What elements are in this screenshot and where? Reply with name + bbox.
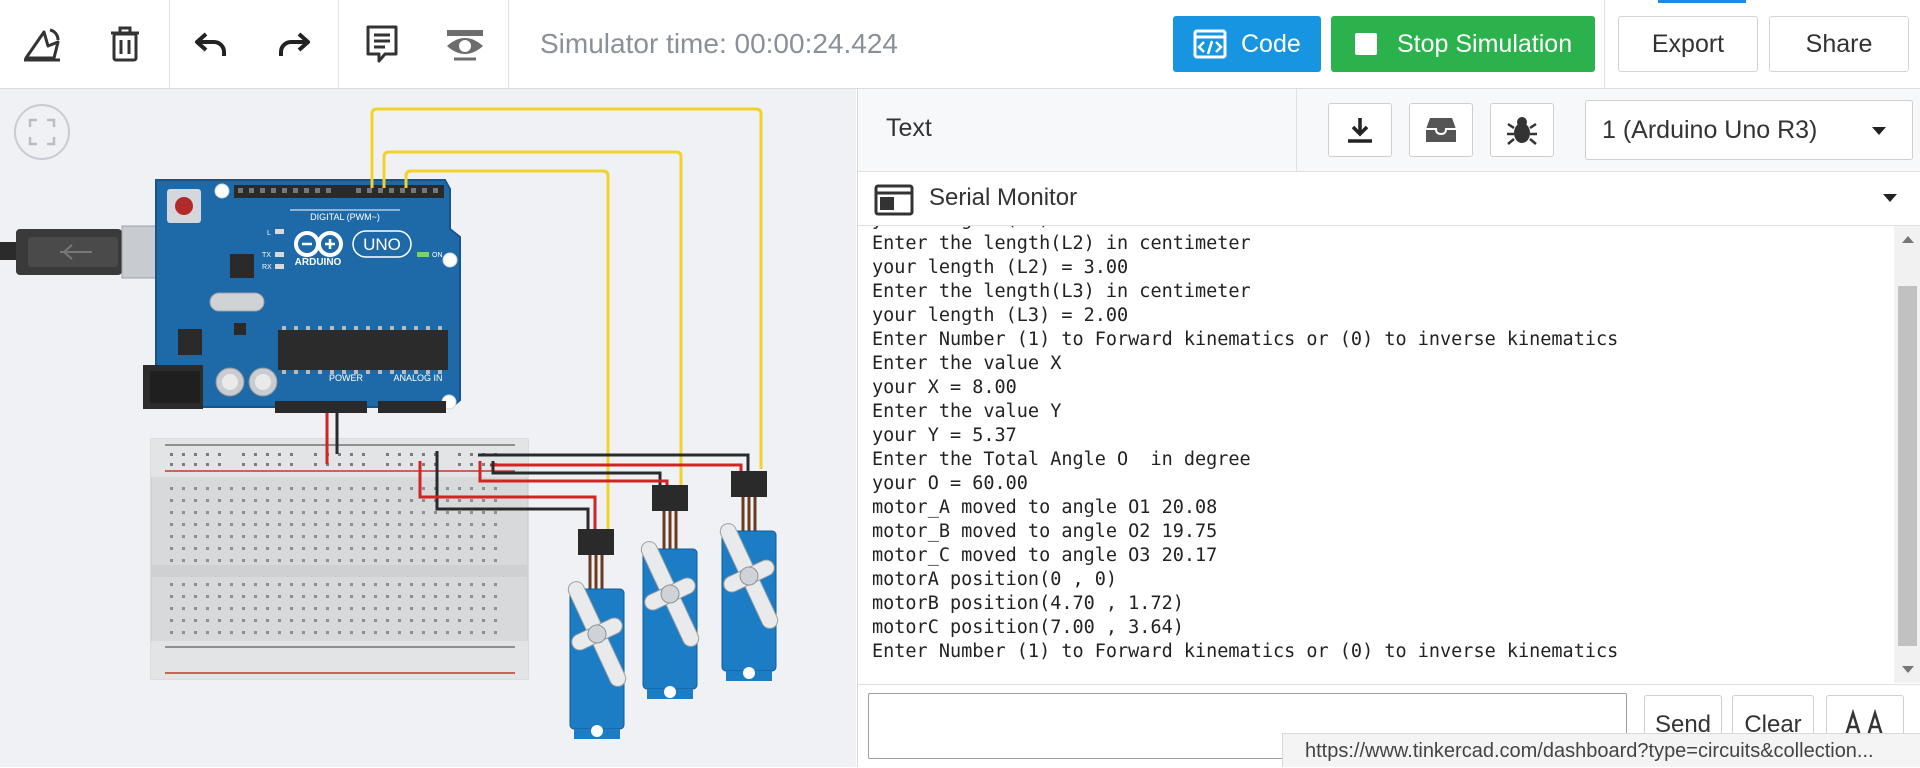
serial-output-line: motorB position(4.70 , 1.72) — [872, 593, 1184, 614]
code-panel: Text 1 (Arduino Uno R3) Serial Monitor E… — [857, 89, 1920, 768]
code-panel-header: Text 1 (Arduino Uno R3) — [858, 89, 1920, 172]
breadboard[interactable] — [150, 438, 529, 680]
redo-button[interactable] — [266, 16, 322, 72]
delete-button[interactable] — [97, 16, 153, 72]
serial-output-lines: your length (L1) = 5.00Enter the length(… — [872, 226, 1618, 664]
code-button-label: Code — [1241, 29, 1301, 58]
l-led-label: L — [267, 230, 271, 237]
toolbar-divider — [1604, 0, 1605, 88]
serial-output-line: your length (L2) = 3.00 — [872, 257, 1129, 278]
serial-monitor-title: Serial Monitor — [929, 184, 1078, 211]
eye-icon — [447, 30, 483, 61]
servo-motor-3[interactable] — [700, 471, 797, 681]
serial-output-line: motor_C moved to angle O3 20.17 — [872, 545, 1218, 566]
power-pins-label: POWER — [329, 373, 364, 383]
export-button[interactable]: Export — [1618, 16, 1758, 72]
board-selector-value: 1 (Arduino Uno R3) — [1602, 115, 1818, 144]
serial-output[interactable]: your length (L1) = 5.00Enter the length(… — [858, 226, 1894, 683]
redo-icon — [279, 32, 310, 56]
board-selector[interactable]: 1 (Arduino Uno R3) — [1585, 100, 1913, 160]
scroll-up-icon[interactable] — [1902, 236, 1914, 243]
servo-motor-1[interactable] — [548, 529, 645, 739]
library-icon — [1426, 118, 1456, 142]
chevron-down-icon — [1872, 127, 1886, 135]
trash-icon — [111, 26, 139, 62]
serial-output-line: Enter the length(L3) in centimeter — [872, 281, 1251, 302]
undo-button[interactable] — [183, 16, 239, 72]
serial-output-line: motorA position(0 , 0) — [872, 569, 1118, 590]
arduino-brand-text: ARDUINO — [295, 257, 342, 268]
serial-output-line: Enter Number (1) to Forward kinematics o… — [872, 641, 1619, 662]
share-button[interactable]: Share — [1769, 16, 1909, 72]
stop-icon — [1355, 33, 1377, 55]
serial-monitor-header[interactable]: Serial Monitor — [858, 172, 1920, 226]
tx-led-label: TX — [262, 252, 271, 259]
status-bar-url: https://www.tinkercad.com/dashboard?type… — [1282, 733, 1920, 767]
active-tab-indicator — [1658, 0, 1746, 3]
code-button[interactable]: Code — [1173, 16, 1321, 72]
uno-model-text: UNO — [363, 235, 401, 254]
serial-output-line: your X = 8.00 — [872, 377, 1017, 398]
toolbar-divider — [508, 0, 509, 88]
serial-output-line: motorC position(7.00 , 3.64) — [872, 617, 1184, 638]
servo-motor-2[interactable] — [621, 485, 718, 699]
serial-output-line: motor_A moved to angle O1 20.08 — [872, 497, 1218, 518]
debugger-button[interactable] — [1490, 103, 1554, 157]
notes-button[interactable] — [354, 16, 410, 72]
serial-output-line: Enter the value X — [872, 353, 1062, 374]
library-button[interactable] — [1409, 103, 1473, 157]
rotate-icon — [24, 28, 60, 62]
circuit-drawing[interactable]: DIGITAL (PWM~) ARDUINO UNO ON L TX RX PO… — [0, 89, 856, 767]
circuit-canvas[interactable]: DIGITAL (PWM~) ARDUINO UNO ON L TX RX PO… — [0, 89, 856, 767]
export-label: Export — [1651, 29, 1725, 58]
toolbar-divider — [338, 0, 339, 88]
visibility-button[interactable] — [437, 16, 493, 72]
toolbar: Simulator time: 00:00:24.424 Code Stop S… — [0, 0, 1920, 89]
share-label: Share — [1805, 29, 1873, 58]
serial-output-line: your Y = 5.37 — [872, 425, 1017, 446]
serial-scrollbar[interactable] — [1894, 226, 1920, 683]
serial-output-line: Enter the length(L2) in centimeter — [872, 233, 1251, 254]
serial-output-line: Enter the Total Angle O in degree — [872, 449, 1251, 470]
undo-icon — [195, 32, 226, 56]
serial-output-line: your O = 60.00 — [872, 473, 1028, 494]
toolbar-divider — [169, 0, 170, 88]
download-button[interactable] — [1328, 103, 1392, 157]
scrollbar-thumb[interactable] — [1898, 286, 1917, 646]
download-icon — [1348, 118, 1372, 143]
analog-pins-label: ANALOG IN — [393, 373, 442, 383]
serial-output-line: your length (L3) = 2.00 — [872, 305, 1129, 326]
serial-output-line: Enter Number (1) to Forward kinematics o… — [872, 329, 1619, 350]
notes-icon — [366, 25, 398, 63]
rotate-button[interactable] — [14, 16, 70, 72]
editor-mode-label[interactable]: Text — [886, 114, 932, 143]
stop-simulation-button[interactable]: Stop Simulation — [1331, 16, 1595, 72]
header-divider — [1296, 89, 1297, 171]
arduino-uno-board[interactable]: DIGITAL (PWM~) ARDUINO UNO ON L TX RX PO… — [143, 179, 461, 413]
bug-icon — [1507, 117, 1537, 145]
serial-output-line: motor_B moved to angle O2 19.75 — [872, 521, 1218, 542]
digital-pins-label: DIGITAL (PWM~) — [310, 212, 380, 222]
scroll-down-icon[interactable] — [1902, 666, 1914, 673]
collapse-chevron-icon[interactable] — [1883, 194, 1897, 202]
usb-cable[interactable] — [0, 225, 169, 279]
simulator-time: Simulator time: 00:00:24.424 — [540, 28, 898, 59]
serial-monitor-icon — [874, 184, 914, 216]
stop-simulation-label: Stop Simulation — [1397, 29, 1573, 58]
on-led-label: ON — [432, 252, 443, 259]
serial-output-line: Enter the value Y — [872, 401, 1062, 422]
rx-led-label: RX — [262, 264, 272, 271]
code-editor-icon — [1193, 29, 1227, 59]
